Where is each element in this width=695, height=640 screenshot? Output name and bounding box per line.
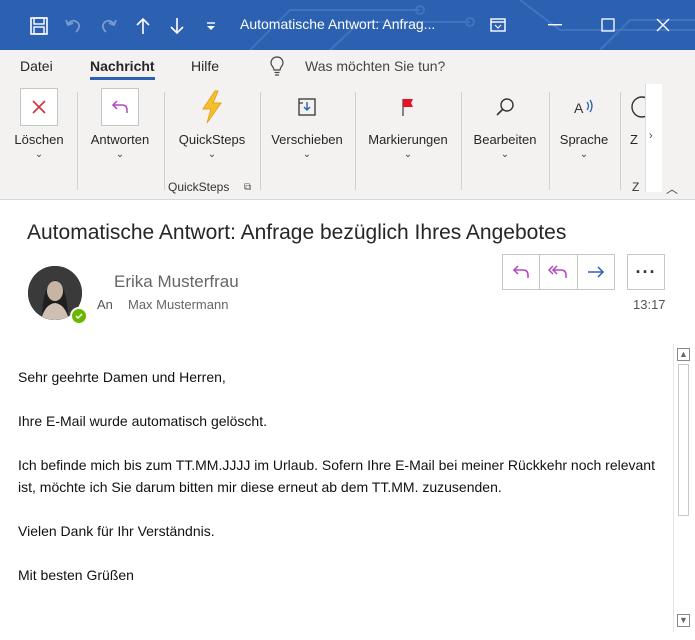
- flag-button[interactable]: Markierungen ⌄: [362, 88, 454, 160]
- edit-button[interactable]: Bearbeiten ⌄: [467, 88, 543, 160]
- message-subject: Automatische Antwort: Anfrage bezüglich …: [27, 221, 567, 244]
- delete-button[interactable]: Löschen ⌄: [6, 88, 72, 160]
- collapse-ribbon-icon[interactable]: ︿: [666, 180, 678, 197]
- move-button[interactable]: Verschieben ⌄: [266, 88, 348, 160]
- reply-icon: [513, 265, 529, 278]
- body-paragraph: Vielen Dank für Ihr Verständnis.: [18, 523, 215, 539]
- body-paragraph: Ich befinde mich bis zum TT.MM.JJJJ im U…: [18, 457, 655, 495]
- recipient-name[interactable]: Max Mustermann: [128, 297, 228, 312]
- dialog-launcher-icon[interactable]: ⧉: [244, 182, 251, 193]
- body-paragraph: Ihre E-Mail wurde automatisch gelöscht.: [18, 413, 267, 429]
- ribbon-divider: [260, 92, 261, 190]
- chevron-down-icon: ⌄: [579, 149, 589, 160]
- redo-icon[interactable]: [98, 15, 120, 37]
- reply-actions: [502, 254, 615, 290]
- zoom-button[interactable]: Z: [622, 88, 646, 147]
- ribbon-divider: [620, 92, 621, 190]
- language-button[interactable]: A Sprache ⌄: [553, 88, 615, 160]
- ribbon-divider: [461, 92, 462, 190]
- ribbon: Löschen ⌄ Antworten ⌄ QuickSteps ⌄ Quick…: [0, 82, 695, 200]
- arrow-down-icon[interactable]: [166, 15, 188, 37]
- undo-icon[interactable]: [62, 15, 84, 37]
- more-actions-button[interactable]: ···: [627, 254, 665, 290]
- chevron-down-icon: ⌄: [403, 149, 413, 160]
- save-icon[interactable]: [28, 15, 50, 37]
- reply-arrow-icon: [101, 88, 139, 126]
- tell-me-search[interactable]: Was möchten Sie tun?: [305, 58, 445, 74]
- edit-label: Bearbeiten: [473, 132, 537, 147]
- message-body: Sehr geehrte Damen und Herren, Ihre E-Ma…: [18, 366, 658, 586]
- tab-hilfe[interactable]: Hilfe: [191, 58, 219, 74]
- search-icon: [486, 88, 524, 126]
- zoom-label: Z: [630, 132, 638, 147]
- chevron-right-icon: ›: [649, 130, 653, 142]
- ribbon-divider: [164, 92, 165, 190]
- ribbon-scroll-right[interactable]: ›: [645, 84, 662, 192]
- move-folder-icon: [288, 88, 326, 126]
- body-paragraph: Sehr geehrte Damen und Herren,: [18, 369, 226, 385]
- delete-x-icon: [20, 88, 58, 126]
- chevron-down-icon: ⌄: [500, 149, 510, 160]
- forward-icon: [587, 266, 604, 278]
- ribbon-display-icon[interactable]: [478, 10, 518, 40]
- message-time: 13:17: [633, 297, 666, 312]
- scroll-thumb[interactable]: [678, 364, 689, 516]
- forward-button[interactable]: [578, 255, 614, 289]
- language-label: Sprache: [559, 132, 609, 147]
- minimize-icon[interactable]: [535, 10, 575, 40]
- zoom-icon: [622, 88, 646, 126]
- reply-all-button[interactable]: [540, 255, 578, 289]
- tab-datei[interactable]: Datei: [20, 58, 53, 74]
- tab-nachricht[interactable]: Nachricht: [90, 58, 155, 80]
- window-title: Automatische Antwort: Anfrag...: [240, 16, 436, 32]
- arrow-up-icon[interactable]: [132, 15, 154, 37]
- ribbon-divider: [355, 92, 356, 190]
- chevron-down-icon: ⌄: [34, 149, 44, 160]
- delete-label: Löschen: [14, 132, 64, 147]
- reply-button[interactable]: Antworten ⌄: [84, 88, 156, 160]
- scroll-down-icon[interactable]: ▼: [677, 614, 690, 627]
- sender-name[interactable]: Erika Musterfrau: [114, 272, 239, 292]
- quicksteps-label: QuickSteps: [178, 132, 246, 147]
- close-icon[interactable]: [643, 10, 683, 40]
- title-bar: Automatische Antwort: Anfrag...: [0, 0, 695, 50]
- reply-button-inline[interactable]: [503, 255, 541, 289]
- group-label-quicksteps: QuickSteps: [168, 180, 230, 194]
- reply-all-icon: [548, 265, 568, 278]
- customize-toolbar-icon[interactable]: [200, 15, 222, 37]
- presence-available-icon: [70, 307, 88, 325]
- more-icon: ···: [635, 261, 657, 282]
- ribbon-divider: [549, 92, 550, 190]
- lightbulb-icon[interactable]: [270, 56, 284, 81]
- chevron-down-icon: ⌄: [115, 149, 125, 160]
- to-label: An: [97, 297, 113, 312]
- svg-text:A: A: [574, 100, 584, 116]
- chevron-down-icon: ⌄: [207, 149, 217, 160]
- lightning-icon: [193, 88, 231, 126]
- chevron-down-icon: ⌄: [302, 149, 312, 160]
- body-scrollbar[interactable]: ▲ ▼: [673, 344, 691, 632]
- speech-icon: A: [565, 88, 603, 126]
- group-label-zoom: Z: [632, 180, 640, 194]
- maximize-icon[interactable]: [588, 10, 628, 40]
- scroll-up-icon[interactable]: ▲: [677, 348, 690, 361]
- flag-icon: [389, 88, 427, 126]
- reply-label: Antworten: [90, 132, 150, 147]
- body-paragraph: Mit besten Grüßen: [18, 567, 134, 583]
- ribbon-divider: [77, 92, 78, 190]
- quicksteps-button[interactable]: QuickSteps ⌄: [172, 88, 252, 160]
- flag-label: Markierungen: [368, 132, 448, 147]
- move-label: Verschieben: [271, 132, 343, 147]
